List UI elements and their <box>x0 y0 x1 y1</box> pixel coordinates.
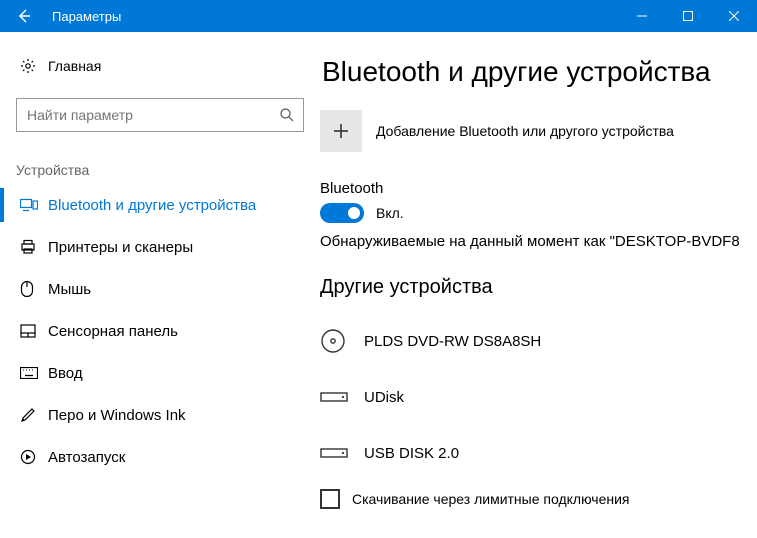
nav-label: Bluetooth и другие устройства <box>48 197 256 214</box>
autoplay-icon <box>20 449 48 465</box>
nav-label: Ввод <box>48 365 83 382</box>
maximize-button[interactable] <box>665 0 711 32</box>
nav-label: Перо и Windows Ink <box>48 407 186 424</box>
bluetooth-label: Bluetooth <box>320 180 757 197</box>
nav-printers[interactable]: Принтеры и сканеры <box>0 226 320 268</box>
other-devices-heading: Другие устройства <box>320 276 757 299</box>
discoverable-text: Обнаруживаемые на данный момент как "DES… <box>320 233 757 250</box>
maximize-icon <box>683 11 693 21</box>
arrow-left-icon <box>16 8 32 24</box>
metered-label: Скачивание через лимитные подключения <box>352 491 629 507</box>
bluetooth-state: Вкл. <box>376 205 404 221</box>
nav-touchpad[interactable]: Сенсорная панель <box>0 310 320 352</box>
sidebar: Главная Устройства Bluetooth и другие ус… <box>0 32 320 538</box>
close-button[interactable] <box>711 0 757 32</box>
nav-typing[interactable]: Ввод <box>0 352 320 394</box>
metered-row: Скачивание через лимитные подключения <box>320 489 757 509</box>
touchpad-icon <box>20 324 48 338</box>
keyboard-icon <box>20 367 48 379</box>
nav-label: Мышь <box>48 281 91 298</box>
nav-label: Автозапуск <box>48 449 125 466</box>
add-device-button[interactable]: Добавление Bluetooth или другого устройс… <box>320 110 757 152</box>
window-controls <box>619 0 757 32</box>
minimize-icon <box>637 11 647 21</box>
device-name: USB DISK 2.0 <box>364 445 459 462</box>
category-heading: Устройства <box>0 142 320 184</box>
nav-label: Сенсорная панель <box>48 323 178 340</box>
back-button[interactable] <box>0 0 48 32</box>
search-input[interactable] <box>27 107 279 123</box>
device-item[interactable]: PLDS DVD-RW DS8A8SH <box>320 313 757 369</box>
home-label: Главная <box>48 58 101 74</box>
nav-pen[interactable]: Перо и Windows Ink <box>0 394 320 436</box>
disc-icon <box>320 328 364 354</box>
add-device-label: Добавление Bluetooth или другого устройс… <box>376 123 674 139</box>
gear-icon <box>20 58 48 74</box>
nav-label: Принтеры и сканеры <box>48 239 193 256</box>
mouse-icon <box>20 280 48 298</box>
plus-box <box>320 110 362 152</box>
drive-icon <box>320 446 364 460</box>
close-icon <box>729 11 739 21</box>
drive-icon <box>320 390 364 404</box>
devices-icon <box>20 198 48 212</box>
home-button[interactable]: Главная <box>0 44 320 88</box>
bluetooth-toggle[interactable] <box>320 203 364 223</box>
device-name: PLDS DVD-RW DS8A8SH <box>364 333 541 350</box>
plus-icon <box>332 122 350 140</box>
titlebar: Параметры <box>0 0 757 32</box>
nav-bluetooth[interactable]: Bluetooth и другие устройства <box>0 184 320 226</box>
printer-icon <box>20 239 48 255</box>
search-icon <box>279 107 295 123</box>
search-box[interactable] <box>16 98 304 132</box>
minimize-button[interactable] <box>619 0 665 32</box>
nav-autoplay[interactable]: Автозапуск <box>0 436 320 478</box>
pen-icon <box>20 407 48 423</box>
device-item[interactable]: USB DISK 2.0 <box>320 425 757 481</box>
device-item[interactable]: UDisk <box>320 369 757 425</box>
device-name: UDisk <box>364 389 404 406</box>
metered-checkbox[interactable] <box>320 489 340 509</box>
window-title: Параметры <box>48 9 619 24</box>
page-title: Bluetooth и другие устройства <box>320 56 757 88</box>
nav-mouse[interactable]: Мышь <box>0 268 320 310</box>
main-panel: Bluetooth и другие устройства Добавление… <box>320 32 757 538</box>
